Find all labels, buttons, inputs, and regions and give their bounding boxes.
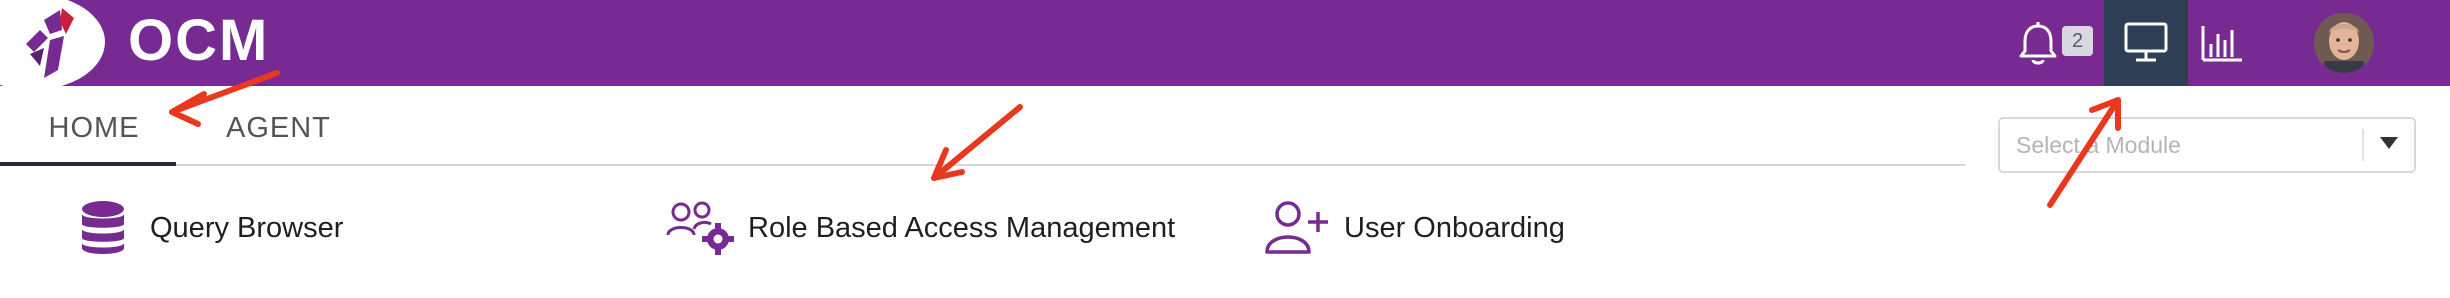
user-onboarding-link[interactable]: User Onboarding <box>1262 196 1565 260</box>
role-based-access-label: Role Based Access Management <box>748 211 1176 244</box>
tab-label: HOME <box>48 112 140 144</box>
tab-home[interactable]: HOME <box>0 86 176 170</box>
select-divider <box>2362 129 2364 161</box>
module-select-placeholder: Select a Module <box>2016 132 2181 158</box>
database-icon <box>68 196 138 260</box>
ocm-logo-icon <box>26 8 74 78</box>
bar-chart-icon[interactable] <box>2200 24 2244 64</box>
users-gear-icon <box>666 196 736 260</box>
monitor-icon <box>2124 22 2168 62</box>
module-select[interactable]: Select a Module <box>1998 117 2416 173</box>
tab-label: AGENT <box>226 112 331 144</box>
query-browser-link[interactable]: Query Browser <box>68 196 343 260</box>
monitor-button[interactable] <box>2104 0 2188 86</box>
role-based-access-link[interactable]: Role Based Access Management <box>666 196 1175 260</box>
logo[interactable] <box>0 0 105 90</box>
bell-icon[interactable] <box>2016 20 2060 68</box>
chevron-down-icon[interactable] <box>2380 137 2398 149</box>
user-plus-icon <box>1262 196 1332 260</box>
app-title: OCM <box>128 8 270 73</box>
tab-agent[interactable]: AGENT <box>226 86 331 170</box>
tab-bar: HOME AGENT <box>0 86 1965 170</box>
notification-count-badge[interactable]: 2 <box>2062 26 2093 56</box>
query-browser-label: Query Browser <box>150 211 344 244</box>
active-tab-indicator <box>0 162 176 166</box>
top-bar: OCM 2 <box>0 0 2450 90</box>
user-onboarding-label: User Onboarding <box>1344 211 1565 244</box>
avatar[interactable] <box>2314 13 2374 73</box>
